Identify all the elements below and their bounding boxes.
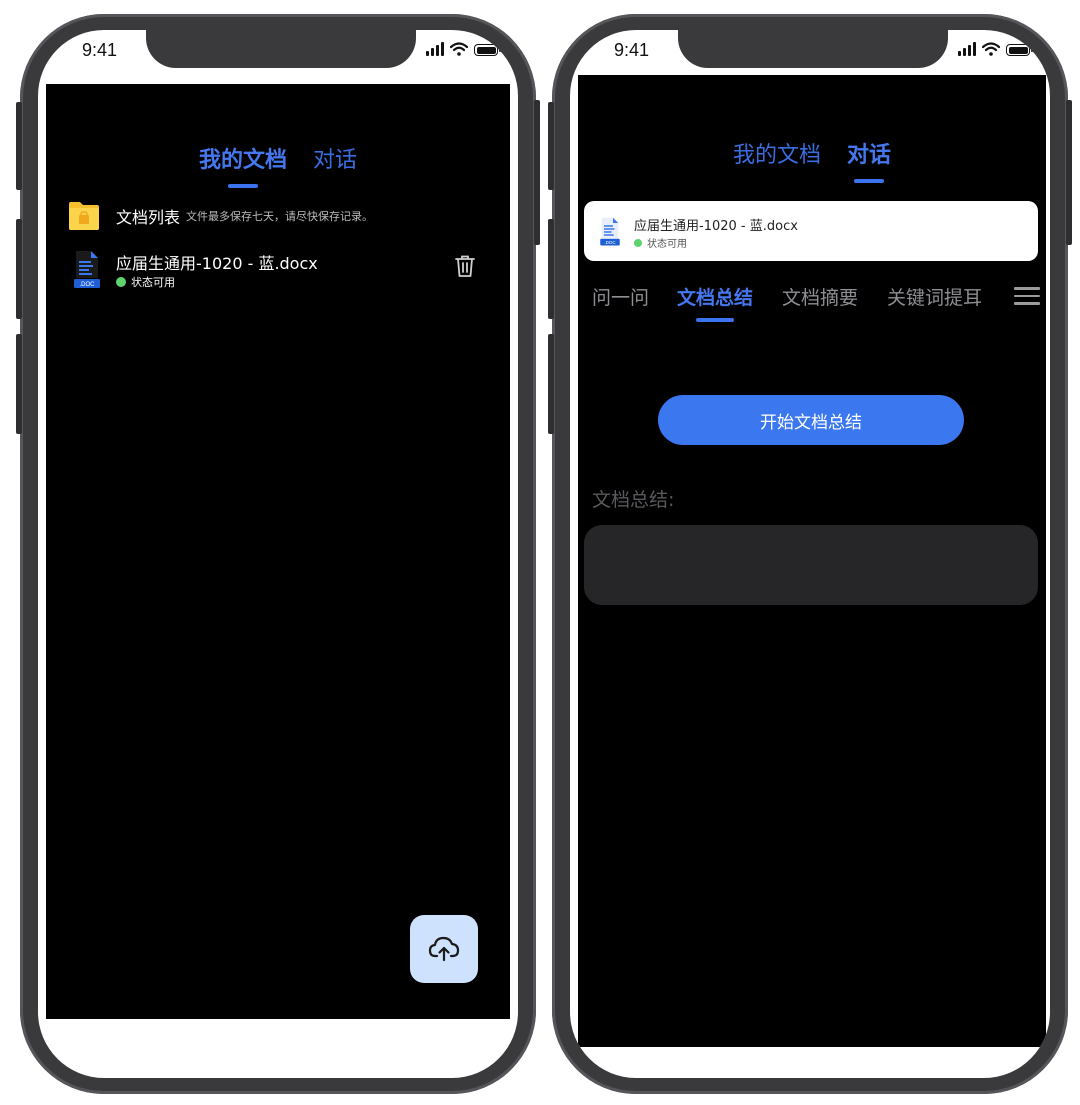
summary-output-box xyxy=(584,525,1038,605)
menu-icon[interactable] xyxy=(1014,287,1040,305)
battery-icon xyxy=(1006,44,1033,56)
signal-icon xyxy=(426,42,444,56)
signal-icon xyxy=(958,42,976,56)
document-name: 应届生通用-1020 - 蓝.docx xyxy=(116,254,318,273)
doc-icon-label: .DOC xyxy=(80,282,96,288)
status-dot xyxy=(634,238,642,247)
tab-document-abstract[interactable]: 文档摘要 xyxy=(782,283,858,310)
tab-chat[interactable]: 对话 xyxy=(847,137,891,169)
document-item[interactable]: .DOC 应届生通用-1020 - 蓝.docx 状态可用 xyxy=(72,250,488,294)
status-dot xyxy=(116,277,126,287)
document-name: 应届生通用-1020 - 蓝.docx xyxy=(634,219,798,234)
phone-side-button xyxy=(534,100,540,245)
document-status: 状态可用 xyxy=(634,235,687,250)
feature-tabs: 问一问 文档总结 文档摘要 关键词提耳 xyxy=(592,283,1046,323)
folder-title: 文档列表 xyxy=(116,208,181,227)
top-tabs: 我的文档 对话 xyxy=(46,142,510,174)
phone-side-button xyxy=(16,219,22,319)
status-icons xyxy=(426,42,501,56)
upload-button[interactable] xyxy=(410,915,478,983)
folder-header: 文档列表 文件最多保存七天，请尽快保存记录。 xyxy=(68,201,373,231)
phone-side-button xyxy=(548,102,554,190)
document-status: 状态可用 xyxy=(116,274,175,290)
status-time: 9:41 xyxy=(614,40,650,60)
tab-my-documents[interactable]: 我的文档 xyxy=(199,142,287,174)
docx-file-icon: .DOC xyxy=(74,251,100,288)
tab-chat[interactable]: 对话 xyxy=(313,142,357,174)
phone-side-button xyxy=(16,334,22,434)
wifi-icon xyxy=(450,42,468,56)
tab-my-documents[interactable]: 我的文档 xyxy=(733,137,821,169)
docx-file-icon: .DOC xyxy=(600,217,620,246)
phone-side-button xyxy=(548,334,554,434)
top-tabs: 我的文档 对话 xyxy=(578,137,1046,169)
status-text: 状态可用 xyxy=(647,239,687,250)
trash-icon[interactable] xyxy=(454,254,476,278)
phone-screen: 9:41 我的文档 对话 .DOC 应届生通用-1020 - 蓝.docx 状态… xyxy=(570,30,1050,1078)
tab-ask[interactable]: 问一问 xyxy=(592,283,649,310)
phone-screen: 9:41 我的文档 对话 文档列表 文件最多保存七天，请尽快保存记录。 .DOC… xyxy=(38,30,518,1078)
battery-icon xyxy=(474,44,501,56)
notch xyxy=(146,30,416,68)
summary-label: 文档总结: xyxy=(592,489,675,511)
doc-icon-label: .DOC xyxy=(604,240,616,245)
phone-side-button xyxy=(1066,100,1072,245)
status-time: 9:41 xyxy=(82,40,118,60)
phone-side-button xyxy=(16,102,22,190)
status-text: 状态可用 xyxy=(131,276,175,289)
folder-icon xyxy=(69,202,99,230)
phone-right: 9:41 我的文档 对话 .DOC 应届生通用-1020 - 蓝.docx 状态… xyxy=(548,14,1072,1094)
start-summary-button[interactable]: 开始文档总结 xyxy=(658,395,964,445)
notch xyxy=(678,30,948,68)
selected-document-card[interactable]: .DOC 应届生通用-1020 - 蓝.docx 状态可用 xyxy=(584,201,1038,261)
wifi-icon xyxy=(982,42,1000,56)
app-screen: 我的文档 对话 文档列表 文件最多保存七天，请尽快保存记录。 .DOC 应届生通… xyxy=(46,84,510,1019)
phone-left: 9:41 我的文档 对话 文档列表 文件最多保存七天，请尽快保存记录。 .DOC… xyxy=(16,14,540,1094)
tab-keyword-extraction[interactable]: 关键词提耳 xyxy=(887,283,981,310)
tab-document-summary[interactable]: 文档总结 xyxy=(677,283,753,310)
phone-side-button xyxy=(548,219,554,319)
folder-note: 文件最多保存七天，请尽快保存记录。 xyxy=(186,210,374,223)
cloud-upload-icon xyxy=(428,936,460,962)
status-icons xyxy=(958,42,1033,56)
app-screen: 我的文档 对话 .DOC 应届生通用-1020 - 蓝.docx 状态可用 问一… xyxy=(578,75,1046,1047)
